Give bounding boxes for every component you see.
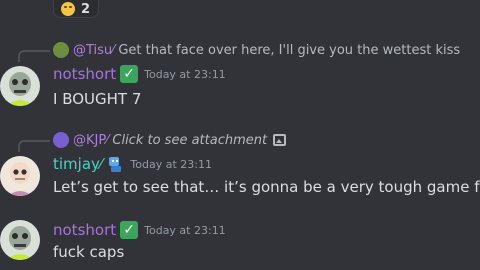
zombie-avatar-icon	[0, 220, 40, 260]
grinning-sweat-emoji-icon	[61, 2, 75, 16]
robot-icon	[106, 155, 124, 173]
check-mark-icon: ✓	[120, 65, 139, 83]
timestamp[interactable]: Today at 23:11	[144, 224, 226, 237]
attachment-link[interactable]: Click to see attachment	[112, 133, 267, 148]
reply-avatar	[53, 132, 69, 148]
reply-author[interactable]: @KJP⁄	[73, 133, 108, 148]
reply-preview[interactable]: @Tisu⁄ Get that face over here, I'll giv…	[53, 42, 460, 58]
timestamp[interactable]: Today at 23:11	[144, 68, 226, 81]
reply-preview[interactable]: @KJP⁄ Click to see attachment	[53, 132, 287, 148]
message-content: fuck caps	[53, 243, 125, 261]
reply-text: Get that face over here, I'll give you t…	[118, 42, 461, 58]
timestamp[interactable]: Today at 23:11	[130, 158, 212, 171]
reply-author[interactable]: @Tisu⁄	[73, 43, 114, 58]
image-icon	[273, 134, 287, 146]
reaction-count: 2	[81, 1, 91, 17]
zombie-avatar-icon	[0, 66, 40, 106]
username[interactable]: notshort	[53, 221, 116, 239]
username[interactable]: timjay⁄	[53, 155, 102, 173]
message-content: Let’s get to see that… it’s gonna be a v…	[53, 178, 480, 196]
reaction-pill[interactable]: 2	[53, 0, 99, 18]
avatar[interactable]	[0, 156, 40, 196]
avatar[interactable]	[0, 220, 40, 260]
avatar[interactable]	[0, 66, 40, 106]
skeleton-avatar-icon	[0, 156, 40, 196]
message-header: notshort ✓ Today at 23:11	[53, 65, 226, 83]
reply-spine	[18, 140, 50, 152]
message-header: timjay⁄ Today at 23:11	[53, 155, 212, 173]
reply-spine	[18, 50, 50, 62]
reply-avatar	[53, 42, 69, 58]
message-content: I BOUGHT 7	[53, 90, 142, 108]
message-header: notshort ✓ Today at 23:11	[53, 221, 226, 239]
username[interactable]: notshort	[53, 65, 116, 83]
check-mark-icon: ✓	[120, 221, 139, 239]
